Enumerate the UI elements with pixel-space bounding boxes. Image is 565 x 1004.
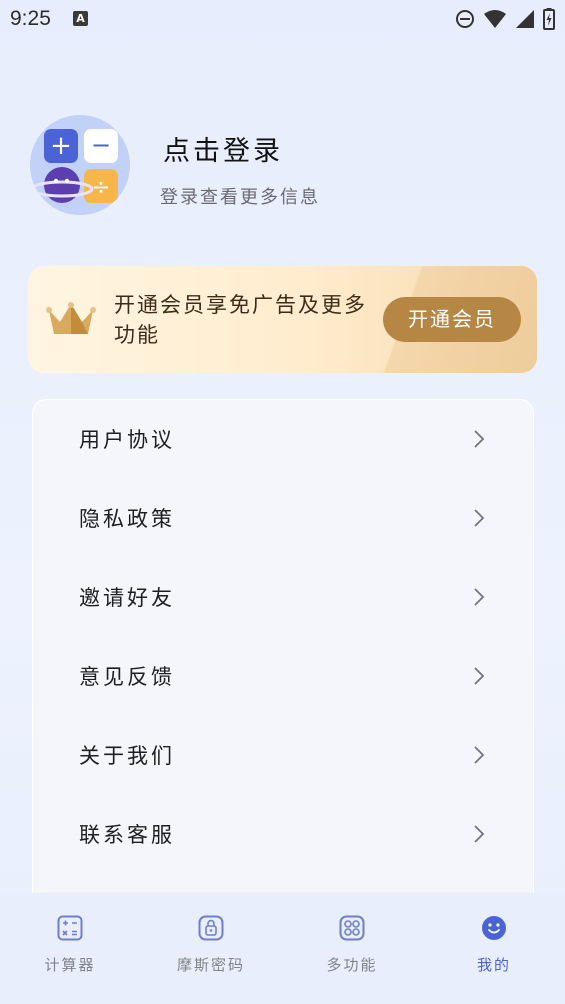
avatar[interactable]: + − ÷ [30,115,130,215]
calculator-planet-icon: + − ÷ [30,115,130,215]
wifi-icon [484,10,506,28]
grid-icon [339,915,365,941]
minus-symbol: − [91,131,111,159]
notification-icon: A [73,11,88,26]
login-title[interactable]: 点击登录 [163,129,283,168]
status-time: 9:25 [10,7,51,30]
menu-item-privacy-policy[interactable]: 隐私政策 [33,479,535,558]
smiley-icon [482,916,506,940]
menu-item-invite-friends[interactable]: 邀请好友 [33,558,535,637]
nav-tab-calculator[interactable]: 计算器 [20,915,120,985]
crown-icon [46,302,96,334]
open-vip-button[interactable]: 开通会员 [383,297,521,342]
menu-item-label: 邀请好友 [79,586,175,610]
menu-item-label: 意见反馈 [79,665,175,689]
lock-icon [198,915,224,941]
chevron-right-icon [474,588,485,606]
chevron-right-icon [474,509,485,527]
calculator-icon [57,915,83,941]
battery-icon [543,8,555,30]
menu-item-user-agreement[interactable]: 用户协议 [33,400,535,479]
chevron-right-icon [474,746,485,764]
menu-item-about-us[interactable]: 关于我们 [33,716,535,795]
menu-item-label: 关于我们 [79,744,175,768]
nav-label: 摩斯密码 [176,956,245,974]
profile-section[interactable]: + − ÷ 点击登录 登录查看更多信息 [30,115,530,220]
signal-icon [516,10,534,28]
menu-item-feedback[interactable]: 意见反馈 [33,637,535,716]
menu-item-label: 用户协议 [79,428,175,452]
menu-item-contact-support[interactable]: 联系客服 [33,795,535,874]
plus-symbol: + [50,131,72,161]
nav-tab-morse-code[interactable]: 摩斯密码 [161,915,261,985]
do-not-disturb-icon [456,10,474,28]
menu-item-label: 隐私政策 [79,507,175,531]
chevron-right-icon [474,825,485,843]
vip-banner[interactable]: 开通会员享免广告及更多功能 开通会员 [28,266,537,373]
nav-tab-multi-function[interactable]: 多功能 [302,915,402,985]
chevron-right-icon [474,430,485,448]
vip-promo-text: 开通会员享免广告及更多功能 [114,293,367,347]
settings-menu: 用户协议 隐私政策 邀请好友 意见反馈 关于我们 联系客服 [32,399,534,919]
nav-label: 多功能 [326,956,378,974]
status-bar: 9:25 A [0,0,565,40]
nav-tab-mine[interactable]: 我的 [444,915,544,985]
menu-item-label: 联系客服 [79,823,175,847]
nav-label: 我的 [476,956,511,974]
screen: 9:25 A + − ÷ 点击登录 登录查看更多信息 开通会员享免广告及更多功能… [0,0,565,1004]
chevron-right-icon [474,667,485,685]
divide-symbol: ÷ [92,175,110,200]
bottom-nav: 计算器 摩斯密码 多功能 我的 [0,893,565,1004]
nav-label: 计算器 [44,956,96,974]
login-subtitle: 登录查看更多信息 [160,187,320,208]
status-icons [455,8,555,30]
